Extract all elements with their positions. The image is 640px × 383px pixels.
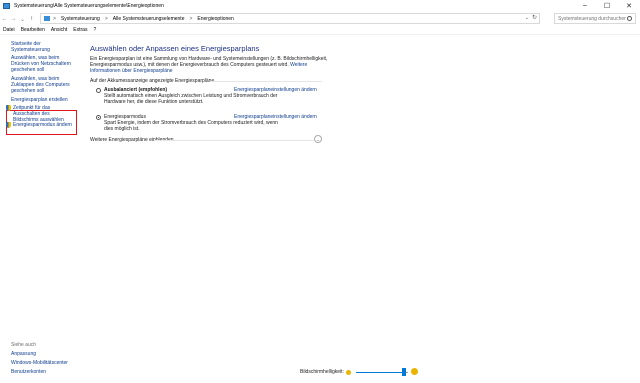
back-arrow-icon[interactable]: ← — [0, 14, 9, 24]
menu-help[interactable]: ? — [93, 27, 96, 33]
shield-icon — [6, 105, 11, 111]
address-history-chevron-icon[interactable]: ⌄ — [525, 15, 529, 21]
breadcrumb-separator: > — [104, 15, 108, 22]
search-box[interactable] — [554, 13, 636, 24]
sidebar-link-sleep[interactable]: Energiesparmodus ändern — [6, 122, 76, 128]
address-bar[interactable]: > Systemsteuerung > Alle Systemsteuerung… — [40, 13, 540, 24]
menu-datei[interactable]: Datei — [3, 27, 15, 33]
search-icon[interactable] — [627, 16, 632, 21]
shield-icon — [6, 122, 11, 128]
plan-description: Stellt automatisch einen Ausgleich zwisc… — [104, 93, 278, 105]
sidebar-link-power-buttons[interactable]: Auswählen, was beim Drücken von Netzscha… — [11, 55, 78, 73]
sidebar-link-sleep-label: Energiesparmodus ändern — [13, 122, 72, 128]
breadcrumb-systemsteuerung[interactable]: Systemsteuerung — [61, 16, 100, 22]
brightness-label: Bildschirmhelligkeit: — [300, 369, 344, 375]
up-arrow-icon[interactable]: ↑ — [27, 14, 36, 24]
navigation-bar: ← → ⌄ ↑ > Systemsteuerung > Alle Systems… — [0, 13, 640, 25]
search-input[interactable] — [558, 15, 626, 22]
bright-sun-icon — [411, 368, 418, 375]
close-button[interactable]: ✕ — [618, 0, 640, 11]
sidebar-link-display-off-label: Zeitpunkt für das Ausschalten des Bildsc… — [13, 105, 64, 123]
breadcrumb-alle-elemente[interactable]: Alle Systemsteuerungselemente — [113, 16, 185, 22]
breadcrumb-energieoptionen[interactable]: Energieoptionen — [197, 16, 233, 22]
plan-radio-ausbalanciert[interactable] — [96, 88, 101, 93]
refresh-icon[interactable]: ↻ — [532, 14, 537, 21]
menu-bar: Datei Bearbeiten Ansicht Extras ? — [0, 26, 640, 35]
dim-sun-icon — [346, 370, 351, 375]
forward-arrow-icon[interactable]: → — [9, 14, 18, 24]
maximize-button[interactable]: ☐ — [596, 0, 618, 11]
brightness-slider-thumb[interactable] — [401, 368, 406, 376]
see-also-anpassung[interactable]: Anpassung — [11, 351, 36, 357]
recent-locations-chevron-icon[interactable]: ⌄ — [18, 14, 27, 24]
see-also-benutzerkonten[interactable]: Benutzerkonten — [11, 369, 46, 375]
minimize-button[interactable]: – — [574, 0, 596, 11]
menu-extras[interactable]: Extras — [73, 27, 87, 33]
task-pane: Startseite der Systemsteuerung Auswählen… — [0, 36, 80, 383]
sidebar-link-lid-close[interactable]: Auswählen, was beim Zuklappen des Comput… — [11, 76, 75, 94]
menu-ansicht[interactable]: Ansicht — [51, 27, 67, 33]
plan-radio-energiesparmodus[interactable] — [96, 115, 101, 120]
more-plans-divider — [154, 140, 314, 141]
menu-bearbeiten[interactable]: Bearbeiten — [21, 27, 45, 33]
brightness-slider-fill — [356, 372, 404, 373]
plan-description: Spart Energie, indem der Stromverbrauch … — [104, 120, 278, 132]
breadcrumb-separator: > — [53, 15, 56, 22]
sidebar-link-display-off[interactable]: Zeitpunkt für das Ausschalten des Bildsc… — [6, 105, 74, 123]
intro-text: Ein Energiesparplan ist eine Sammlung vo… — [90, 56, 330, 74]
plans-group-label: Auf der Akkumessanzeige angezeigte Energ… — [90, 78, 215, 84]
window-title: Systemsteuerung\Alle Systemsteuerungsele… — [14, 2, 164, 9]
control-panel-icon — [3, 2, 10, 9]
title-bar: Systemsteuerung\Alle Systemsteuerungsele… — [0, 0, 640, 11]
brightness-slider[interactable] — [356, 372, 408, 373]
window-controls: – ☐ ✕ — [574, 0, 640, 11]
page-title: Auswählen oder Anpassen eines Energiespa… — [90, 44, 260, 53]
control-panel-icon — [44, 16, 50, 21]
see-also-heading: Siehe auch — [11, 342, 37, 348]
see-also-mobilitaetscenter[interactable]: Windows-Mobilitätscenter — [11, 360, 68, 366]
breadcrumb-separator: > — [189, 15, 193, 22]
sidebar-link-create-plan[interactable]: Energiesparplan erstellen — [11, 97, 79, 103]
sidebar-link-home[interactable]: Startseite der Systemsteuerung — [11, 41, 81, 53]
expand-chevron-icon[interactable]: ⌄ — [314, 135, 322, 143]
control-panel-window: Systemsteuerung\Alle Systemsteuerungsele… — [0, 0, 640, 383]
group-divider — [210, 81, 322, 82]
